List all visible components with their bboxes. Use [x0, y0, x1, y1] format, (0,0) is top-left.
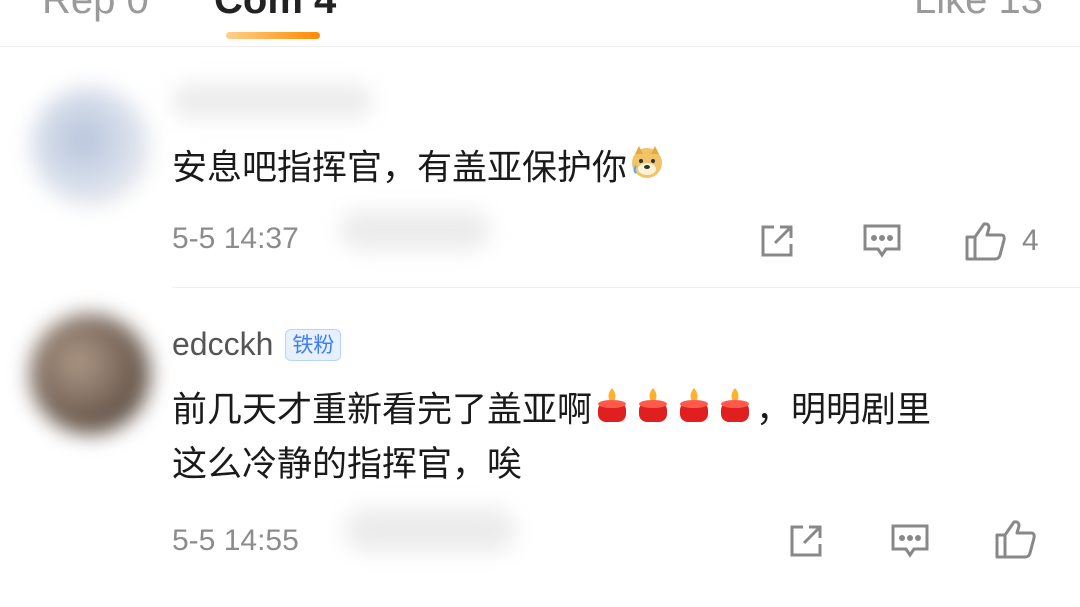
avatar[interactable] — [30, 86, 150, 206]
tab-bar: Rep 0 Com 4 Like 13 — [0, 0, 1080, 47]
share-button[interactable] — [787, 522, 825, 560]
comment-timestamp: 5-5 14:55 — [172, 524, 299, 557]
tab-likes[interactable]: Like 13 — [914, 0, 1043, 23]
comment-text-content: 安息吧指挥官，有盖亚保护你 — [172, 148, 628, 189]
thumbs-up-icon — [995, 520, 1036, 559]
comment-button[interactable] — [890, 522, 930, 560]
like-button[interactable] — [994, 518, 1038, 560]
comment-text-line1: 前几天才重新看完了盖亚啊 — [172, 390, 593, 431]
comment-button[interactable] — [862, 222, 902, 260]
like-count: 4 — [1022, 224, 1039, 257]
thumbs-up-icon — [965, 222, 1006, 261]
share-icon — [761, 225, 793, 257]
comment-text-line2: 这么冷静的指挥官，唉 — [172, 445, 523, 485]
location-redacted — [345, 508, 515, 552]
comment-timestamp: 5-5 14:37 — [172, 222, 299, 255]
comment-text-after-emoji: ，明明剧里 — [756, 390, 932, 431]
comment-text: 前几天才重新看完了盖亚啊 ，明明剧里 这么冷静的指挥官，唉 — [172, 384, 1052, 491]
comment-icon — [891, 524, 929, 558]
share-icon — [790, 525, 822, 557]
candle-emoji-icon — [592, 384, 756, 439]
comment-icon — [863, 224, 901, 258]
username-redacted — [172, 84, 372, 118]
location-redacted — [340, 210, 490, 250]
avatar[interactable] — [30, 314, 150, 434]
comment-divider — [172, 287, 1080, 288]
tab-reposts[interactable]: Rep 0 — [42, 0, 149, 23]
fan-badge: 铁粉 — [285, 328, 342, 361]
comment-text: 安息吧指挥官，有盖亚保护你 — [172, 142, 1052, 197]
tab-comments[interactable]: Com 4 — [214, 0, 336, 23]
doge-emoji-icon — [627, 142, 667, 197]
comment-header: edcckh 铁粉 — [172, 326, 342, 363]
like-button[interactable]: 4 — [964, 220, 1039, 262]
username[interactable]: edcckh — [172, 326, 273, 363]
active-tab-indicator — [226, 32, 320, 39]
share-button[interactable] — [758, 222, 796, 260]
